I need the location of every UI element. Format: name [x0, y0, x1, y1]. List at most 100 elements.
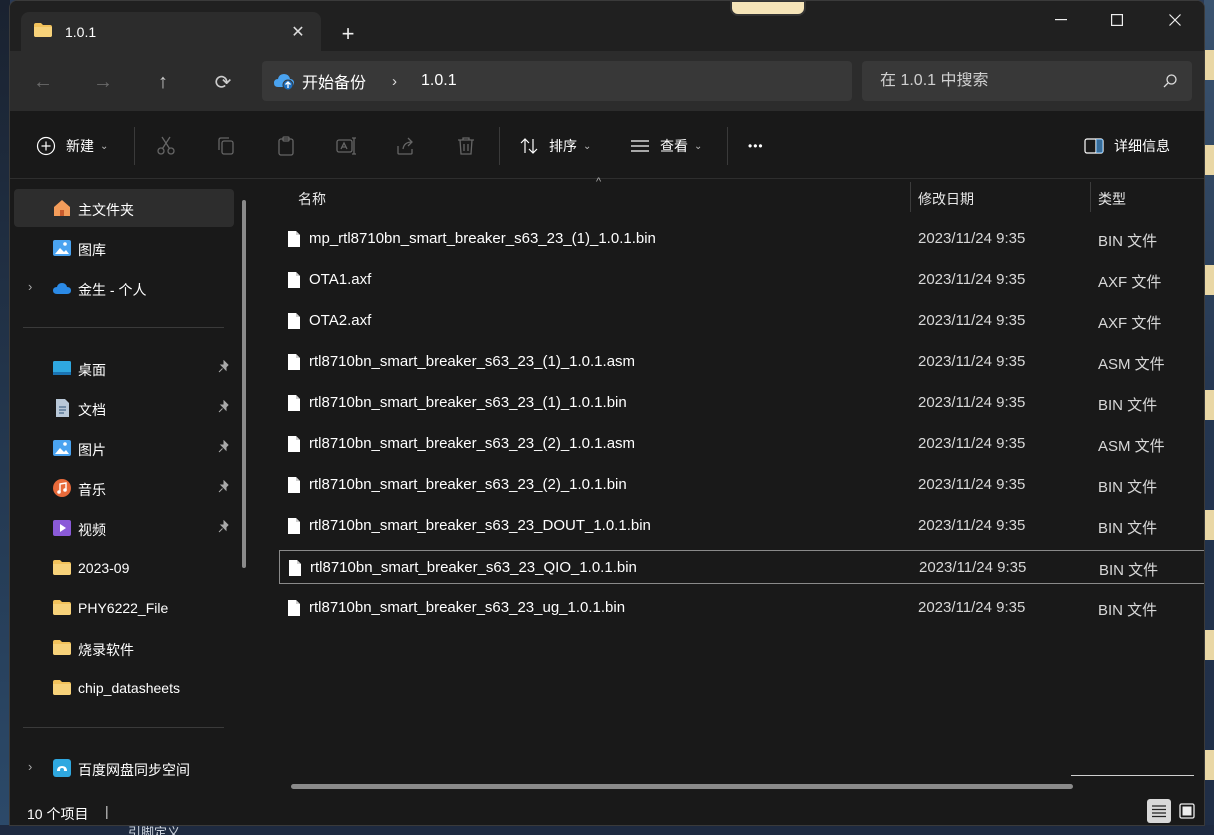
sidebar-item-folder[interactable]: chip_datasheets: [14, 669, 234, 707]
search-icon[interactable]: [1162, 73, 1178, 92]
sidebar-item-folder[interactable]: 烧录软件: [14, 629, 234, 667]
gallery-icon: [53, 240, 71, 256]
file-name[interactable]: rtl8710bn_smart_breaker_s63_23_(1)_1.0.1…: [309, 394, 627, 411]
table-row[interactable]: rtl8710bn_smart_breaker_s63_23_(2)_1.0.1…: [279, 427, 1204, 461]
back-button[interactable]: ←: [28, 67, 58, 97]
pin-icon[interactable]: [217, 480, 231, 494]
tiles-view-icon: [1179, 803, 1195, 819]
sort-icon: [520, 138, 538, 154]
sidebar-item-label: 图片: [78, 442, 106, 458]
chevron-down-icon: ⌄: [100, 140, 109, 152]
sidebar-item-onedrive[interactable]: › 金生 - 个人: [14, 269, 234, 307]
tab-current-folder[interactable]: 1.0.1 ✕: [21, 12, 321, 51]
breadcrumb-separator-icon[interactable]: ›: [392, 73, 397, 90]
maximize-button[interactable]: [1094, 9, 1140, 31]
refresh-button[interactable]: ⟳: [208, 67, 238, 97]
column-divider[interactable]: [1090, 182, 1091, 212]
pin-icon[interactable]: [217, 520, 231, 534]
expand-chevron-icon[interactable]: ›: [28, 759, 32, 774]
file-list-pane: ^ 名称 修改日期 类型 mp_rtl8710bn_smart_breaker_…: [258, 176, 1204, 793]
title-bar[interactable]: 1.0.1 ✕ +: [10, 1, 1204, 51]
expand-chevron-icon[interactable]: ›: [28, 279, 32, 294]
sidebar-item-baidu-netdisk[interactable]: › 百度网盘同步空间: [14, 749, 234, 787]
column-header-name[interactable]: 名称: [298, 189, 326, 223]
table-row[interactable]: OTA2.axf 2023/11/24 9:35 AXF 文件: [279, 304, 1204, 338]
breadcrumb-item-current[interactable]: 1.0.1: [421, 72, 457, 90]
pin-icon[interactable]: [217, 440, 231, 454]
paste-icon[interactable]: [275, 135, 297, 157]
details-pane-button[interactable]: 详细信息: [1084, 131, 1170, 161]
desktop-icon-peek[interactable]: [1205, 265, 1214, 295]
table-row[interactable]: rtl8710bn_smart_breaker_s63_23_ug_1.0.1.…: [279, 591, 1204, 625]
file-name[interactable]: rtl8710bn_smart_breaker_s63_23_(1)_1.0.1…: [309, 353, 635, 370]
close-window-button[interactable]: [1152, 9, 1198, 31]
snap-handle[interactable]: [730, 1, 806, 16]
toolbar-divider: [727, 127, 728, 165]
breadcrumb-item-backup[interactable]: 开始备份: [302, 69, 366, 93]
sidebar-item-gallery[interactable]: 图库: [14, 229, 234, 267]
file-name[interactable]: mp_rtl8710bn_smart_breaker_s63_23_(1)_1.…: [309, 230, 656, 247]
search-box[interactable]: [862, 61, 1192, 101]
sort-button[interactable]: 排序 ⌄: [519, 131, 591, 161]
file-name[interactable]: rtl8710bn_smart_breaker_s63_23_QIO_1.0.1…: [310, 559, 637, 576]
sidebar-item-documents[interactable]: 文档: [14, 389, 234, 427]
column-header-type[interactable]: 类型: [1098, 189, 1126, 223]
new-button[interactable]: 新建 ⌄: [36, 131, 108, 161]
desktop-icon-peek[interactable]: [1205, 750, 1214, 780]
table-row[interactable]: rtl8710bn_smart_breaker_s63_23_(1)_1.0.1…: [279, 345, 1204, 379]
tab-close-icon[interactable]: ✕: [287, 21, 309, 43]
desktop-icon-peek[interactable]: [1205, 50, 1214, 80]
file-name[interactable]: OTA2.axf: [309, 312, 371, 329]
more-options-button[interactable]: •••: [748, 131, 764, 161]
table-row[interactable]: rtl8710bn_smart_breaker_s63_23_QIO_1.0.1…: [279, 550, 1204, 584]
share-icon[interactable]: [395, 135, 417, 157]
cloud-icon: [53, 283, 71, 294]
sidebar-item-label: 金生 - 个人: [78, 282, 147, 298]
sidebar-item-home[interactable]: 主文件夹: [14, 189, 234, 227]
file-icon: [288, 231, 300, 247]
file-name[interactable]: rtl8710bn_smart_breaker_s63_23_ug_1.0.1.…: [309, 599, 625, 616]
large-icons-view-button[interactable]: [1175, 799, 1199, 823]
rename-icon[interactable]: [335, 135, 357, 157]
table-row[interactable]: rtl8710bn_smart_breaker_s63_23_DOUT_1.0.…: [279, 509, 1204, 543]
up-button[interactable]: ↑: [148, 67, 178, 97]
horizontal-scrollbar[interactable]: [291, 784, 1073, 789]
desktop-icon-peek[interactable]: [1205, 630, 1214, 660]
file-icon: [288, 477, 300, 493]
desktop-icon-peek[interactable]: [1205, 510, 1214, 540]
forward-button[interactable]: →: [88, 67, 118, 97]
column-divider[interactable]: [910, 182, 911, 212]
sidebar-item-pictures[interactable]: 图片: [14, 429, 234, 467]
desktop-background-bottom: [0, 825, 1214, 835]
sidebar-item-folder[interactable]: 2023-09: [14, 549, 234, 587]
table-row[interactable]: rtl8710bn_smart_breaker_s63_23_(2)_1.0.1…: [279, 468, 1204, 502]
table-row[interactable]: rtl8710bn_smart_breaker_s63_23_(1)_1.0.1…: [279, 386, 1204, 420]
file-name[interactable]: rtl8710bn_smart_breaker_s63_23_DOUT_1.0.…: [309, 517, 651, 534]
view-button[interactable]: 查看 ⌄: [630, 131, 702, 161]
minimize-button[interactable]: [1038, 9, 1084, 31]
table-row[interactable]: mp_rtl8710bn_smart_breaker_s63_23_(1)_1.…: [279, 222, 1204, 256]
new-tab-button[interactable]: +: [335, 21, 361, 47]
pin-icon[interactable]: [217, 360, 231, 374]
pin-icon[interactable]: [217, 400, 231, 414]
file-name[interactable]: rtl8710bn_smart_breaker_s63_23_(2)_1.0.1…: [309, 476, 627, 493]
details-view-button[interactable]: [1147, 799, 1171, 823]
sidebar-item-music[interactable]: 音乐: [14, 469, 234, 507]
cut-icon[interactable]: [155, 135, 177, 157]
status-bar: 10 个项目 |: [10, 793, 1204, 825]
sidebar-item-desktop[interactable]: 桌面: [14, 349, 234, 387]
sidebar-scrollbar[interactable]: [242, 200, 246, 568]
search-input[interactable]: [880, 72, 1150, 90]
desktop-icon-peek[interactable]: [1205, 145, 1214, 175]
sidebar-item-folder[interactable]: PHY6222_File: [14, 589, 234, 627]
sidebar-item-videos[interactable]: 视频: [14, 509, 234, 547]
table-row[interactable]: OTA1.axf 2023/11/24 9:35 AXF 文件: [279, 263, 1204, 297]
address-bar[interactable]: 开始备份 › 1.0.1: [262, 61, 852, 101]
file-name[interactable]: OTA1.axf: [309, 271, 371, 288]
file-name[interactable]: rtl8710bn_smart_breaker_s63_23_(2)_1.0.1…: [309, 435, 635, 452]
file-date: 2023/11/24 9:35: [918, 599, 1026, 616]
column-header-date[interactable]: 修改日期: [918, 189, 974, 223]
copy-icon[interactable]: [215, 135, 237, 157]
delete-icon[interactable]: [455, 135, 477, 157]
desktop-icon-peek[interactable]: [1205, 390, 1214, 420]
